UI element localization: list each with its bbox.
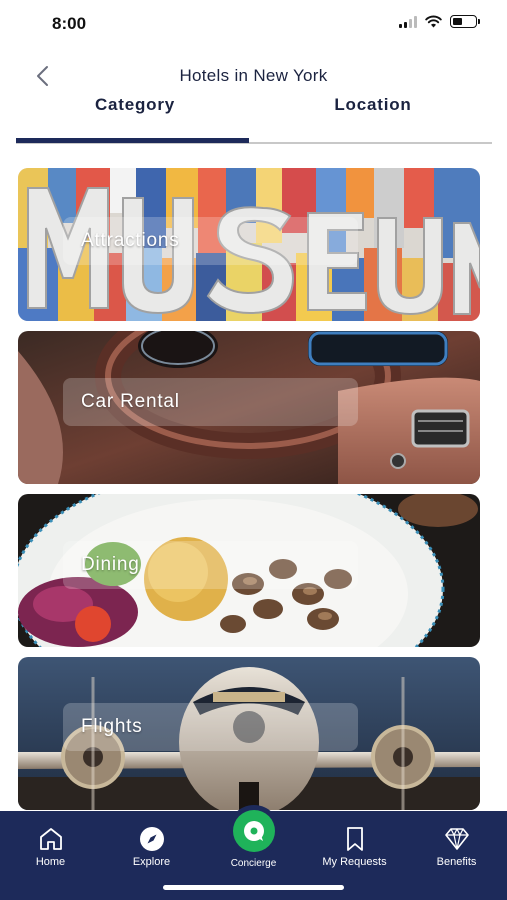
diamond-icon bbox=[444, 828, 469, 850]
tab-active-indicator bbox=[16, 138, 249, 143]
category-card-dining[interactable]: Dining bbox=[18, 494, 480, 647]
nav-item-my-requests[interactable]: My Requests bbox=[304, 811, 405, 881]
status-bar: 8:00 bbox=[0, 0, 507, 46]
nav-label-my-requests: My Requests bbox=[322, 856, 387, 868]
battery-icon bbox=[450, 15, 480, 28]
nav-item-home[interactable]: Home bbox=[0, 811, 101, 881]
bookmark-icon bbox=[346, 827, 363, 851]
wifi-icon bbox=[425, 15, 442, 28]
nav-label-concierge: Concierge bbox=[230, 858, 277, 869]
compass-icon bbox=[139, 827, 164, 851]
battery-level bbox=[453, 18, 463, 25]
status-time: 8:00 bbox=[52, 14, 87, 33]
concierge-button-bg bbox=[232, 810, 275, 852]
category-card-attractions[interactable]: Attractions bbox=[18, 168, 480, 321]
nav-label-explore: Explore bbox=[132, 856, 171, 868]
category-label-box: Attractions bbox=[63, 217, 358, 265]
nav-item-benefits[interactable]: Benefits bbox=[406, 811, 507, 881]
category-card-flights[interactable]: Flights bbox=[18, 657, 480, 810]
nav-item-concierge[interactable]: Concierge bbox=[203, 805, 304, 881]
concierge-bubble bbox=[227, 805, 280, 857]
nav-label-home: Home bbox=[35, 856, 66, 868]
category-label-box: Car Rental bbox=[63, 378, 358, 426]
category-label-flights: Flights bbox=[81, 716, 143, 737]
category-label-box: Dining bbox=[63, 541, 358, 589]
nav-item-explore[interactable]: Explore bbox=[101, 811, 202, 881]
category-card-car-rental[interactable]: Car Rental bbox=[18, 331, 480, 484]
home-indicator bbox=[163, 885, 344, 890]
category-label-car-rental: Car Rental bbox=[81, 391, 180, 412]
tab-location[interactable]: Location bbox=[254, 92, 492, 140]
home-icon bbox=[39, 828, 62, 850]
status-icons bbox=[399, 15, 480, 28]
page-title: Hotels in New York bbox=[179, 66, 328, 85]
tab-bar: Category Location bbox=[16, 92, 492, 146]
cellular-signal-icon bbox=[399, 15, 417, 28]
nav-label-benefits: Benefits bbox=[436, 856, 477, 868]
nav-header: Hotels in New York bbox=[0, 58, 507, 94]
tab-category[interactable]: Category bbox=[16, 92, 254, 140]
category-label-box: Flights bbox=[63, 703, 358, 751]
bottom-nav: Home Explore Concierge My Requests Benef… bbox=[0, 805, 507, 900]
category-label-attractions: Attractions bbox=[81, 230, 180, 251]
chat-icon bbox=[243, 821, 264, 841]
category-label-dining: Dining bbox=[81, 554, 140, 575]
